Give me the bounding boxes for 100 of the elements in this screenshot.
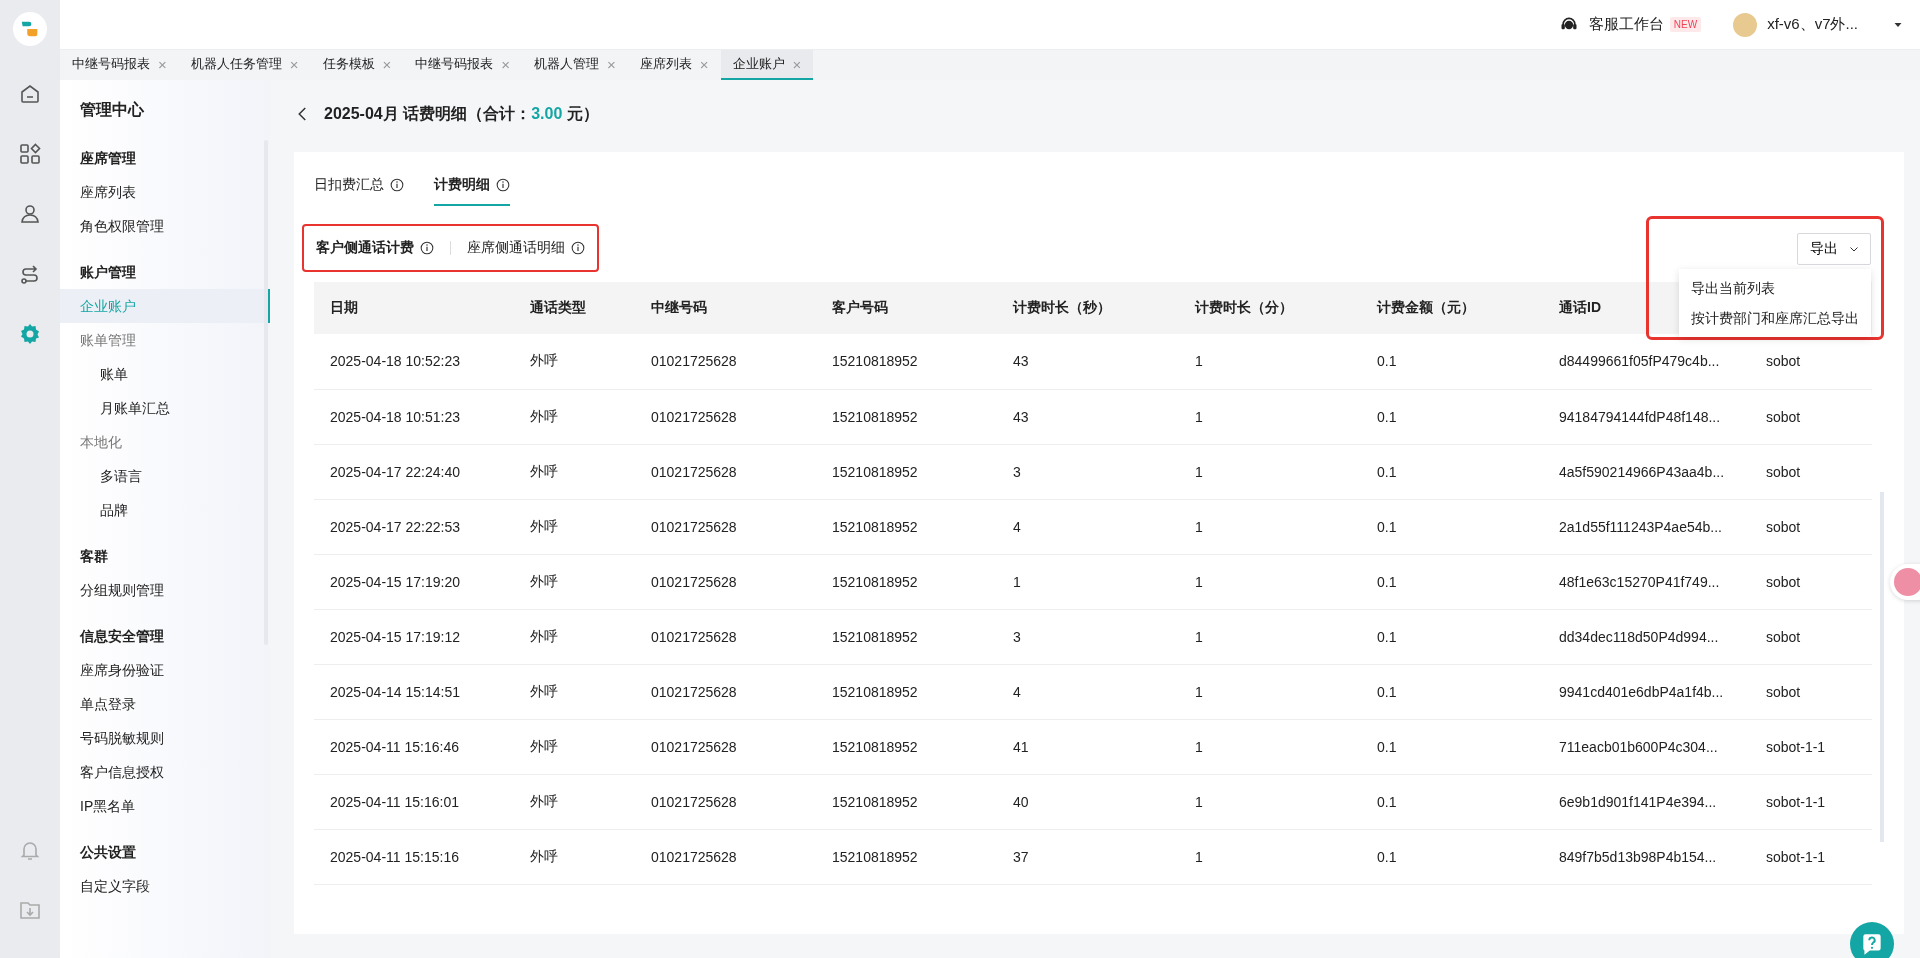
table-cell: dd34dec118d50P4d994... (1543, 609, 1750, 664)
table-cell: 0.1 (1361, 554, 1543, 609)
table-cell: 0.1 (1361, 499, 1543, 554)
sidebar-item[interactable]: 多语言 (60, 459, 270, 493)
column-header: 中继号码 (635, 282, 816, 334)
page-tab[interactable]: 机器人管理 × (522, 50, 628, 80)
table-cell: 01021725628 (635, 334, 816, 389)
sidebar-item[interactable]: 品牌 (60, 493, 270, 527)
table-cell: 849f7b5d13b98P4b154... (1543, 829, 1750, 884)
sidebar-item[interactable]: 本地化 (60, 425, 270, 459)
page-tab[interactable]: 中继号码报表 × (60, 50, 179, 80)
new-badge: NEW (1669, 17, 1702, 32)
page-tab[interactable]: 任务模板 × (310, 50, 404, 80)
page-tab[interactable]: 中继号码报表 × (403, 50, 523, 80)
home-icon[interactable] (18, 82, 42, 106)
column-header: 计费时长（秒） (997, 282, 1179, 334)
table-cell: 15210818952 (816, 389, 997, 444)
info-icon[interactable] (390, 178, 404, 192)
sidebar-item[interactable]: 角色权限管理 (60, 209, 270, 243)
person-icon[interactable] (18, 202, 42, 226)
table-cell: 0.1 (1361, 444, 1543, 499)
sidebar-item[interactable]: 自定义字段 (60, 869, 270, 903)
table-cell: 3 (997, 609, 1179, 664)
table-cell: 2a1d55f111243P4ae54b... (1543, 499, 1750, 554)
table-cell: 外呼 (514, 829, 635, 884)
table-cell: 01021725628 (635, 719, 816, 774)
table-cell: 2025-04-11 15:16:46 (314, 719, 514, 774)
apps-icon[interactable] (18, 142, 42, 166)
page-tab[interactable]: 企业账户 × (720, 50, 814, 80)
table-cell: 2025-04-17 22:22:53 (314, 499, 514, 554)
section-title: 公共设置 (79, 843, 137, 862)
table-cell: 15210818952 (816, 499, 997, 554)
sidebar-item[interactable]: 单点登录 (60, 687, 270, 721)
column-header: 计费金额（元） (1361, 282, 1543, 334)
table-cell: 4a5f590214966P43aa4b... (1543, 444, 1750, 499)
sidebar-item[interactable]: 座席身份验证 (60, 653, 270, 687)
table-cell: 01021725628 (635, 774, 816, 829)
table-cell: 01021725628 (635, 609, 816, 664)
table-cell: 01021725628 (635, 554, 816, 609)
table-cell: 15210818952 (816, 444, 997, 499)
table-cell: 94184794144fdP48f148... (1543, 389, 1750, 444)
sidebar-item[interactable]: 账单 (60, 357, 270, 391)
sidebar-item[interactable]: 分组规则管理 (60, 573, 270, 607)
table-cell: 711eacb01b600P4c304... (1543, 719, 1750, 774)
table-cell: 01021725628 (635, 444, 816, 499)
sidebar-item[interactable]: 客户信息授权 (60, 755, 270, 789)
table-cell: 0.1 (1361, 389, 1543, 444)
table-cell: 1 (1179, 389, 1361, 444)
table-cell: 1 (1179, 664, 1361, 719)
table-cell: 15210818952 (816, 829, 997, 884)
sub-tab[interactable]: 座席侧通话明细 (467, 239, 565, 257)
column-header: 客户号码 (816, 282, 997, 334)
info-icon[interactable] (496, 178, 510, 192)
column-header: 通话类型 (514, 282, 635, 334)
table-cell: 15210818952 (816, 554, 997, 609)
user-name[interactable]: xf-v6、v7外... (1767, 15, 1858, 34)
table-cell: 外呼 (514, 499, 635, 554)
table-cell: 外呼 (514, 719, 635, 774)
table-cell: 01021725628 (635, 499, 816, 554)
table-cell: d84499661f05fP479c4b... (1543, 334, 1750, 389)
page-tab[interactable]: 机器人任务管理 × (178, 50, 311, 80)
table-cell: 01021725628 (635, 389, 816, 444)
view-tab[interactable]: 计费明细 (434, 176, 490, 194)
section-title: 账户管理 (79, 263, 137, 282)
sidebar-item[interactable]: 月账单汇总 (60, 391, 270, 425)
table-cell: 4 (997, 664, 1179, 719)
column-header: 计费时长（分） (1179, 282, 1361, 334)
table-cell: 0.1 (1361, 774, 1543, 829)
view-tab[interactable]: 日扣费汇总 (314, 176, 384, 194)
sidebar-item[interactable]: 号码脱敏规则 (60, 721, 270, 755)
info-icon[interactable] (420, 241, 434, 255)
table-cell: 1 (1179, 444, 1361, 499)
sidebar-item[interactable]: 账单管理 (60, 323, 270, 357)
table-cell: 2025-04-11 15:15:16 (314, 829, 514, 884)
export-button[interactable]: 导出 (1797, 233, 1871, 265)
sidebar-item[interactable]: IP黑名单 (60, 789, 270, 823)
logo-icon (13, 12, 47, 46)
table-cell: 48f1e63c15270P41f749... (1543, 554, 1750, 609)
sidebar-item[interactable]: 座席列表 (60, 175, 270, 209)
sub-tab[interactable]: 客户侧通话计费 (316, 239, 414, 257)
table-cell: 0.1 (1361, 664, 1543, 719)
table-cell: 2025-04-15 17:19:20 (314, 554, 514, 609)
table-cell: 15210818952 (816, 334, 997, 389)
workbench-link[interactable]: 客服工作台 (1588, 15, 1664, 34)
column-header: 日期 (314, 282, 514, 334)
table-cell: 3 (997, 444, 1179, 499)
table-cell: 15210818952 (816, 719, 997, 774)
table-cell: 15210818952 (816, 774, 997, 829)
table-cell: 15210818952 (816, 664, 997, 719)
page-tab[interactable]: 座席列表 × (627, 50, 721, 80)
table-cell: 0.1 (1361, 334, 1543, 389)
table-cell: 41 (997, 719, 1179, 774)
table-cell: 1 (1179, 719, 1361, 774)
table-cell: 1 (997, 554, 1179, 609)
table-cell: 4 (997, 499, 1179, 554)
table-cell: 2025-04-18 10:52:23 (314, 334, 514, 389)
info-icon[interactable] (571, 241, 585, 255)
table-cell: 2025-04-18 10:51:23 (314, 389, 514, 444)
section-title: 座席管理 (79, 149, 137, 168)
table-cell: 2025-04-15 17:19:12 (314, 609, 514, 664)
